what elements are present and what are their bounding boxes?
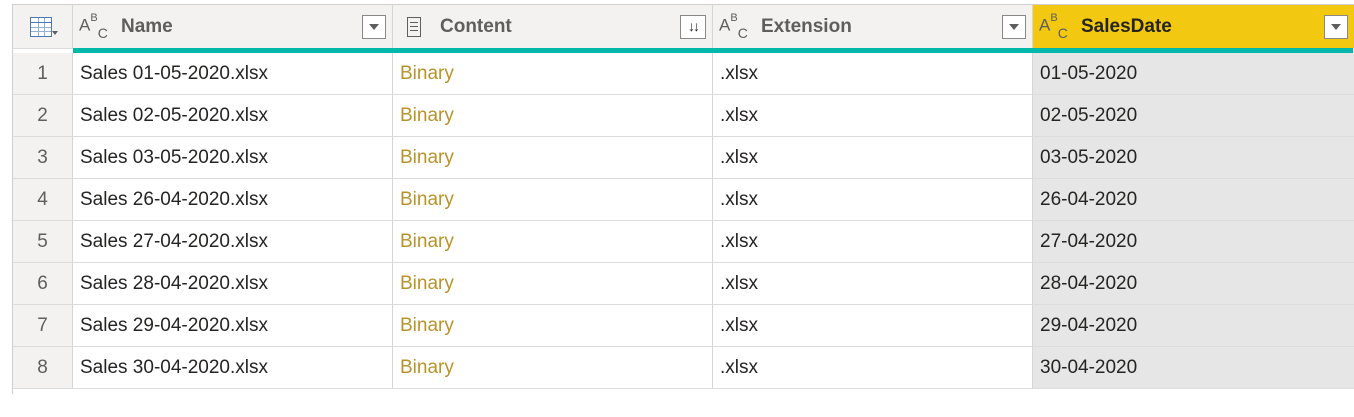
column-header-label: Name — [121, 15, 173, 37]
column-header-content[interactable]: Content ↓↓ — [393, 5, 713, 49]
row-number[interactable]: 4 — [13, 179, 73, 221]
abc-text-type-icon[interactable]: ABC — [1039, 12, 1069, 41]
cell-name[interactable]: Sales 03-05-2020.xlsx — [73, 137, 393, 179]
cell-content[interactable]: Binary — [393, 179, 713, 221]
table-menu-button[interactable] — [13, 5, 73, 49]
table-icon — [29, 16, 58, 37]
filter-dropdown-button[interactable] — [1002, 15, 1026, 39]
table-row[interactable]: 7 Sales 29-04-2020.xlsx Binary .xlsx 29-04-2… — [13, 305, 1354, 347]
cell-salesdate[interactable]: 29-04-2020 — [1033, 305, 1354, 347]
column-header-label: SalesDate — [1081, 15, 1172, 37]
abc-text-type-icon[interactable]: ABC — [719, 12, 749, 41]
column-header-label: Extension — [761, 15, 852, 37]
cell-salesdate[interactable]: 30-04-2020 — [1033, 347, 1354, 389]
cell-extension[interactable]: .xlsx — [713, 305, 1033, 347]
cell-content[interactable]: Binary — [393, 137, 713, 179]
cell-extension[interactable]: .xlsx — [713, 221, 1033, 263]
cell-extension[interactable]: .xlsx — [713, 347, 1033, 389]
cell-salesdate[interactable]: 02-05-2020 — [1033, 95, 1354, 137]
column-header-extension[interactable]: ABC Extension — [713, 5, 1033, 49]
cell-content[interactable]: Binary — [393, 221, 713, 263]
table-row[interactable]: 2 Sales 02-05-2020.xlsx Binary .xlsx 02-05-2… — [13, 95, 1354, 137]
cell-extension[interactable]: .xlsx — [713, 179, 1033, 221]
cell-content[interactable]: Binary — [393, 347, 713, 389]
cell-extension[interactable]: .xlsx — [713, 95, 1033, 137]
cell-content[interactable]: Binary — [393, 263, 713, 305]
row-number[interactable]: 7 — [13, 305, 73, 347]
row-number[interactable]: 6 — [13, 263, 73, 305]
column-header-label: Content — [440, 15, 512, 37]
row-number[interactable]: 8 — [13, 347, 73, 389]
cell-salesdate[interactable]: 27-04-2020 — [1033, 221, 1354, 263]
cell-name[interactable]: Sales 29-04-2020.xlsx — [73, 305, 393, 347]
cell-content[interactable]: Binary — [393, 53, 713, 95]
abc-text-type-icon[interactable]: ABC — [79, 12, 109, 41]
cell-salesdate[interactable]: 03-05-2020 — [1033, 137, 1354, 179]
column-header-name[interactable]: ABC Name — [73, 5, 393, 49]
expand-binary-button[interactable]: ↓↓ — [680, 15, 706, 39]
query-preview-grid: ABC Name Content ↓↓ ABC Extension ABC Sa… — [12, 4, 1354, 394]
cell-name[interactable]: Sales 01-05-2020.xlsx — [73, 53, 393, 95]
row-number[interactable]: 5 — [13, 221, 73, 263]
table-row[interactable]: 5 Sales 27-04-2020.xlsx Binary .xlsx 27-04-2… — [13, 221, 1354, 263]
header-row: ABC Name Content ↓↓ ABC Extension ABC Sa… — [13, 4, 1354, 49]
row-number[interactable]: 1 — [13, 53, 73, 95]
cell-name[interactable]: Sales 02-05-2020.xlsx — [73, 95, 393, 137]
row-number[interactable]: 3 — [13, 137, 73, 179]
filter-dropdown-button[interactable] — [362, 15, 386, 39]
table-row[interactable]: 3 Sales 03-05-2020.xlsx Binary .xlsx 03-05-2… — [13, 137, 1354, 179]
column-header-salesdate[interactable]: ABC SalesDate — [1033, 5, 1354, 49]
table-row[interactable]: 8 Sales 30-04-2020.xlsx Binary .xlsx 30-04-2… — [13, 347, 1354, 389]
cell-extension[interactable]: .xlsx — [713, 137, 1033, 179]
cell-content[interactable]: Binary — [393, 95, 713, 137]
table-row[interactable]: 1 Sales 01-05-2020.xlsx Binary .xlsx 01-05-2… — [13, 53, 1354, 95]
cell-salesdate[interactable]: 26-04-2020 — [1033, 179, 1354, 221]
document-binary-type-icon[interactable] — [407, 16, 421, 37]
table-row[interactable]: 4 Sales 26-04-2020.xlsx Binary .xlsx 26-04-2… — [13, 179, 1354, 221]
cell-name[interactable]: Sales 26-04-2020.xlsx — [73, 179, 393, 221]
cell-name[interactable]: Sales 30-04-2020.xlsx — [73, 347, 393, 389]
filter-dropdown-button[interactable] — [1324, 15, 1348, 39]
cell-name[interactable]: Sales 28-04-2020.xlsx — [73, 263, 393, 305]
cell-salesdate[interactable]: 28-04-2020 — [1033, 263, 1354, 305]
cell-content[interactable]: Binary — [393, 305, 713, 347]
cell-name[interactable]: Sales 27-04-2020.xlsx — [73, 221, 393, 263]
table-row[interactable]: 6 Sales 28-04-2020.xlsx Binary .xlsx 28-04-2… — [13, 263, 1354, 305]
cell-extension[interactable]: .xlsx — [713, 263, 1033, 305]
row-number[interactable]: 2 — [13, 95, 73, 137]
cell-extension[interactable]: .xlsx — [713, 53, 1033, 95]
cell-salesdate[interactable]: 01-05-2020 — [1033, 53, 1354, 95]
